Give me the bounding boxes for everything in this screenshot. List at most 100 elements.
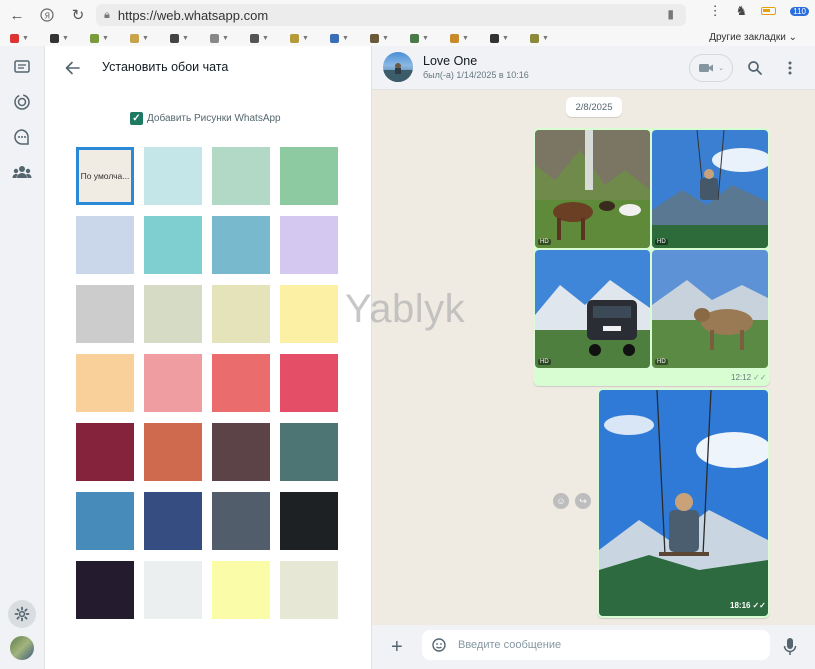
back-icon[interactable]: ← [5, 3, 29, 27]
bookmark-folder[interactable]: ▼ [210, 33, 250, 43]
hd-badge: HD [538, 239, 551, 245]
browser-extensions: ⋮ ♞ 110 [709, 3, 809, 19]
hd-badge: HD [538, 359, 551, 365]
back-arrow-icon[interactable] [63, 58, 83, 78]
bookmark-folder[interactable]: ▼ [90, 33, 130, 43]
bookmark-folder[interactable]: ▼ [330, 33, 370, 43]
contact-avatar[interactable] [383, 52, 413, 82]
double-check-icon: ✓✓ [753, 373, 767, 382]
wallpaper-swatch-default[interactable]: По умолча... [76, 147, 134, 205]
message-composer: + Введите сообщение [372, 625, 815, 669]
emoji-react-icon[interactable]: ☺ [553, 493, 569, 509]
wallpaper-swatch[interactable] [212, 285, 270, 343]
menu-icon[interactable] [781, 59, 799, 77]
wallpaper-swatch[interactable] [212, 561, 270, 619]
tab-count-badge[interactable]: 110 [790, 6, 809, 16]
forward-icon[interactable]: ↪ [575, 493, 591, 509]
wallpaper-swatch[interactable] [212, 216, 270, 274]
attach-plus-icon[interactable]: + [391, 637, 403, 657]
communities-icon[interactable] [11, 161, 33, 183]
date-separator: 2/8/2025 [566, 97, 622, 117]
bookmark-folder[interactable]: ▼ [130, 33, 170, 43]
wallpaper-swatch-grid: По умолча... [76, 147, 338, 619]
bookmark-folder[interactable]: ▼ [290, 33, 330, 43]
bookmark-folder[interactable]: ▼ [370, 33, 410, 43]
wallpaper-swatch[interactable] [212, 354, 270, 412]
video-camera-icon [699, 64, 714, 72]
album-photo-car[interactable]: HD [535, 250, 650, 368]
single-time-text: 18:16 [730, 601, 751, 610]
wallpaper-swatch[interactable] [76, 216, 134, 274]
message-time: 12:12 ✓✓ [731, 373, 766, 382]
checkbox-checked-icon[interactable]: ✓ [130, 112, 143, 125]
wallpaper-swatch[interactable] [280, 423, 338, 481]
more-vert-icon[interactable]: ⋮ [709, 3, 722, 19]
doodles-toggle[interactable]: ✓ Добавить Рисунки WhatsApp [130, 112, 281, 125]
chats-icon[interactable] [11, 56, 33, 78]
wallpaper-swatch[interactable] [76, 561, 134, 619]
settings-button[interactable] [8, 600, 36, 628]
bookmark-folder[interactable]: ▼ [10, 33, 50, 43]
wallpaper-swatch[interactable] [280, 216, 338, 274]
lock-icon: 🔒︎ [104, 8, 110, 21]
url-text: https://web.whatsapp.com [117, 7, 269, 23]
wallpaper-swatch[interactable] [280, 561, 338, 619]
nav-rail [0, 46, 45, 669]
bookmark-folder[interactable]: ▼ [170, 33, 210, 43]
wallpaper-swatch[interactable] [76, 354, 134, 412]
bookmark-folder[interactable]: ▼ [530, 33, 570, 43]
wallpaper-swatch[interactable] [280, 354, 338, 412]
address-bar[interactable]: 🔒︎ https://web.whatsapp.com ▮ [96, 4, 686, 26]
contact-last-seen: был(-а) 1/14/2025 в 10:16 [423, 70, 529, 80]
wallpaper-swatch[interactable] [144, 354, 202, 412]
wallpaper-swatch[interactable] [280, 492, 338, 550]
video-call-button[interactable]: ⌄ [689, 54, 733, 82]
album-message[interactable]: HD HD HD HD 12:12 ✓✓ [533, 128, 770, 386]
mic-icon[interactable] [782, 637, 798, 657]
reload-icon[interactable]: ↻ [66, 3, 90, 27]
message-input[interactable]: Введите сообщение [422, 630, 770, 660]
bookmark-folder[interactable]: ▼ [490, 33, 530, 43]
gear-icon [14, 606, 30, 622]
album-photo-swing[interactable]: HD [652, 130, 768, 248]
bookmark-folder[interactable]: ▼ [450, 33, 490, 43]
album-photo-cow[interactable]: HD [652, 250, 768, 368]
wallpaper-swatch[interactable] [144, 492, 202, 550]
channels-icon[interactable] [11, 126, 33, 148]
yandex-icon[interactable]: Я [35, 3, 59, 27]
hd-badge: HD [655, 239, 668, 245]
profile-avatar[interactable] [10, 636, 34, 660]
photo-message[interactable]: 18:16 ✓✓ [597, 388, 770, 618]
wallpaper-swatch[interactable] [212, 147, 270, 205]
wallpaper-swatch[interactable] [144, 147, 202, 205]
wallpaper-swatch[interactable] [144, 423, 202, 481]
wallpaper-swatch[interactable] [212, 423, 270, 481]
wallpaper-swatch[interactable] [280, 147, 338, 205]
wallpaper-swatch[interactable] [76, 423, 134, 481]
wallpaper-swatch[interactable] [144, 285, 202, 343]
wallpaper-swatch[interactable] [76, 285, 134, 343]
bookmark-folder[interactable]: ▼ [50, 33, 90, 43]
sticker-icon[interactable] [431, 637, 447, 653]
chat-header[interactable]: Love One был(-а) 1/14/2025 в 10:16 ⌄ [372, 46, 815, 90]
other-bookmarks[interactable]: Другие закладки ⌄ [709, 32, 797, 43]
wallpaper-swatch[interactable] [144, 561, 202, 619]
bookmark-folder[interactable]: ▼ [410, 33, 450, 43]
bookmark-icon[interactable]: ▮ [667, 7, 674, 21]
single-photo-swing[interactable] [599, 390, 768, 616]
search-icon[interactable] [746, 59, 764, 77]
extension-icon[interactable]: ♞ [736, 3, 748, 19]
album-photo-horses[interactable]: HD [535, 130, 650, 248]
svg-text:Я: Я [45, 12, 51, 21]
whatsapp-app: Установить обои чата ✓ Добавить Рисунки … [0, 46, 815, 669]
bookmarks-bar: ▼ ▼ ▼ ▼ ▼ ▼ ▼ ▼ ▼ ▼ ▼ ▼ ▼ ▼ Другие закла… [0, 30, 815, 46]
status-icon[interactable] [11, 91, 33, 113]
bookmark-folder[interactable]: ▼ [250, 33, 290, 43]
wallpaper-swatch[interactable] [144, 216, 202, 274]
wallpaper-swatch[interactable] [212, 492, 270, 550]
panel-title: Установить обои чата [102, 60, 229, 74]
wallpaper-swatch[interactable] [280, 285, 338, 343]
chevron-down-icon: ⌄ [718, 65, 724, 72]
battery-icon [761, 7, 777, 15]
wallpaper-swatch[interactable] [76, 492, 134, 550]
